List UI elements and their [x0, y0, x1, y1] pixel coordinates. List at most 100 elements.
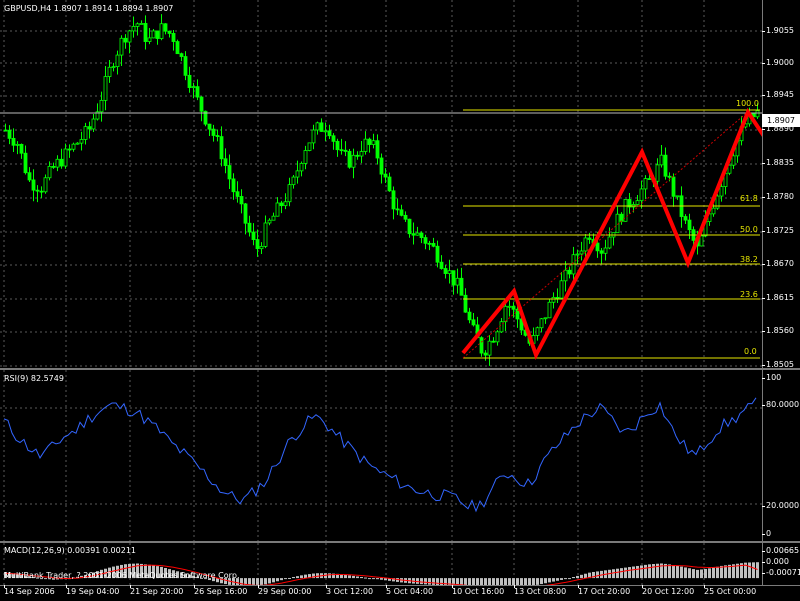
macd-histogram-bar — [680, 566, 683, 579]
rsi-scale[interactable]: 100 80.0000 20.0000 0 — [761, 370, 800, 541]
macd-histogram-bar — [348, 575, 351, 579]
macd-histogram-bar — [708, 568, 711, 579]
candle-body — [135, 23, 140, 27]
candle-body — [227, 165, 232, 180]
candle-body — [503, 305, 508, 323]
candle-body — [543, 317, 548, 320]
candle-body — [559, 280, 564, 299]
candle-body — [127, 30, 132, 43]
time-tick: 3 Oct 12:00 — [326, 585, 374, 596]
candle-body — [287, 184, 292, 203]
macd-histogram-bar — [684, 567, 687, 579]
candle-body — [491, 340, 496, 343]
candle-body — [7, 129, 12, 139]
candle-body — [327, 130, 332, 137]
rsi-tick: 0 — [761, 529, 772, 538]
price-tick: 1.8725 — [762, 226, 794, 235]
candle-body — [551, 296, 556, 303]
macd-histogram-bar — [748, 562, 751, 579]
candle-body — [471, 319, 476, 326]
candle-body — [103, 76, 108, 101]
candle-body — [251, 231, 256, 240]
rsi-pane[interactable]: RSI(9) 82.5749 — [0, 370, 762, 541]
candle-body — [147, 37, 152, 42]
candle-body — [447, 270, 452, 274]
macd-histogram-bar — [528, 578, 531, 585]
candle-body — [303, 150, 308, 164]
candle-body — [375, 140, 380, 159]
candle-body — [83, 126, 88, 140]
macd-histogram-bar — [376, 578, 379, 580]
candle-body — [659, 154, 664, 166]
candle-body — [459, 277, 464, 296]
candle-body — [359, 151, 364, 157]
candle-body — [75, 142, 80, 145]
price-tick: 1.8945 — [762, 90, 794, 99]
candle-body — [71, 143, 76, 150]
macd-histogram-bar — [292, 576, 295, 579]
fibo-label-0: 0.0 — [744, 347, 757, 356]
candle-body — [451, 270, 456, 286]
candle-body — [119, 37, 124, 56]
macd-histogram-bar — [544, 578, 547, 584]
candle-body — [711, 207, 716, 215]
time-tick: 5 Oct 04:00 — [386, 585, 434, 596]
candle-body — [635, 200, 640, 205]
time-tick: 26 Sep 16:00 — [194, 585, 248, 596]
macd-histogram-bar — [480, 578, 483, 585]
macd-histogram-bar — [428, 578, 431, 585]
macd-histogram-bar — [512, 578, 515, 585]
candle-body — [291, 176, 296, 186]
candle-body — [371, 140, 376, 145]
rsi-tick: 20.0000 — [761, 501, 800, 510]
candle-body — [231, 178, 236, 193]
macd-scale[interactable]: 0.00665 0.000 -0.00071 — [761, 543, 800, 585]
symbol-header: GBPUSD,H4 1.8907 1.8914 1.8894 1.8907 — [4, 4, 174, 13]
candle-body — [403, 214, 408, 220]
candle-body — [483, 352, 488, 356]
time-axis[interactable]: 14 Sep 2006 19 Sep 04:00 21 Sep 20:00 26… — [0, 585, 800, 601]
candle-body — [295, 170, 300, 178]
candle-body — [67, 148, 72, 151]
macd-histogram-bar — [756, 562, 759, 579]
macd-histogram-bar — [284, 578, 287, 580]
rsi-tick: 80.0000 — [761, 400, 800, 409]
macd-histogram-bar — [296, 576, 299, 579]
macd-histogram-bar — [692, 569, 695, 579]
candle-body — [51, 166, 56, 168]
macd-histogram-bar — [516, 578, 519, 585]
fibo-label-50: 50.0 — [740, 225, 758, 234]
time-tick: 19 Sep 04:00 — [66, 585, 120, 596]
candle-body — [47, 166, 52, 179]
candle-body — [311, 129, 316, 144]
macd-histogram-bar — [508, 578, 511, 585]
macd-histogram-bar — [576, 575, 579, 579]
price-scale[interactable]: 1.9055 1.9000 1.8945 1.8890 1.8835 1.878… — [762, 0, 800, 369]
macd-histogram-bar — [704, 568, 707, 579]
candle-body — [415, 232, 420, 236]
candle-body — [323, 130, 328, 133]
rsi-canvas[interactable] — [0, 370, 762, 541]
macd-histogram-bar — [344, 574, 347, 579]
price-chart-canvas[interactable] — [0, 0, 762, 368]
candle-body — [563, 269, 568, 282]
price-chart-pane[interactable]: GBPUSD,H4 1.8907 1.8914 1.8894 1.8907 10… — [0, 0, 762, 368]
macd-histogram-bar — [288, 577, 291, 579]
candle-body — [247, 222, 252, 233]
macd-label: MACD(12,26,9) 0.00391 0.00211 — [4, 546, 137, 555]
fibo-label-61-8: 61.8 — [740, 194, 758, 203]
macd-histogram-bar — [640, 565, 643, 579]
macd-histogram-bar — [572, 577, 575, 579]
macd-histogram-bar — [300, 575, 303, 579]
candle-body — [23, 152, 28, 174]
candle-body — [299, 162, 304, 172]
macd-histogram-bar — [548, 578, 551, 583]
macd-histogram-bar — [496, 578, 499, 585]
candle-body — [431, 243, 436, 247]
macd-histogram-bar — [268, 578, 271, 584]
candle-body — [99, 99, 104, 113]
fibo-label-23-6: 23.6 — [740, 290, 758, 299]
candle-body — [687, 219, 692, 231]
candle-body — [11, 137, 16, 146]
candle-body — [179, 53, 184, 57]
